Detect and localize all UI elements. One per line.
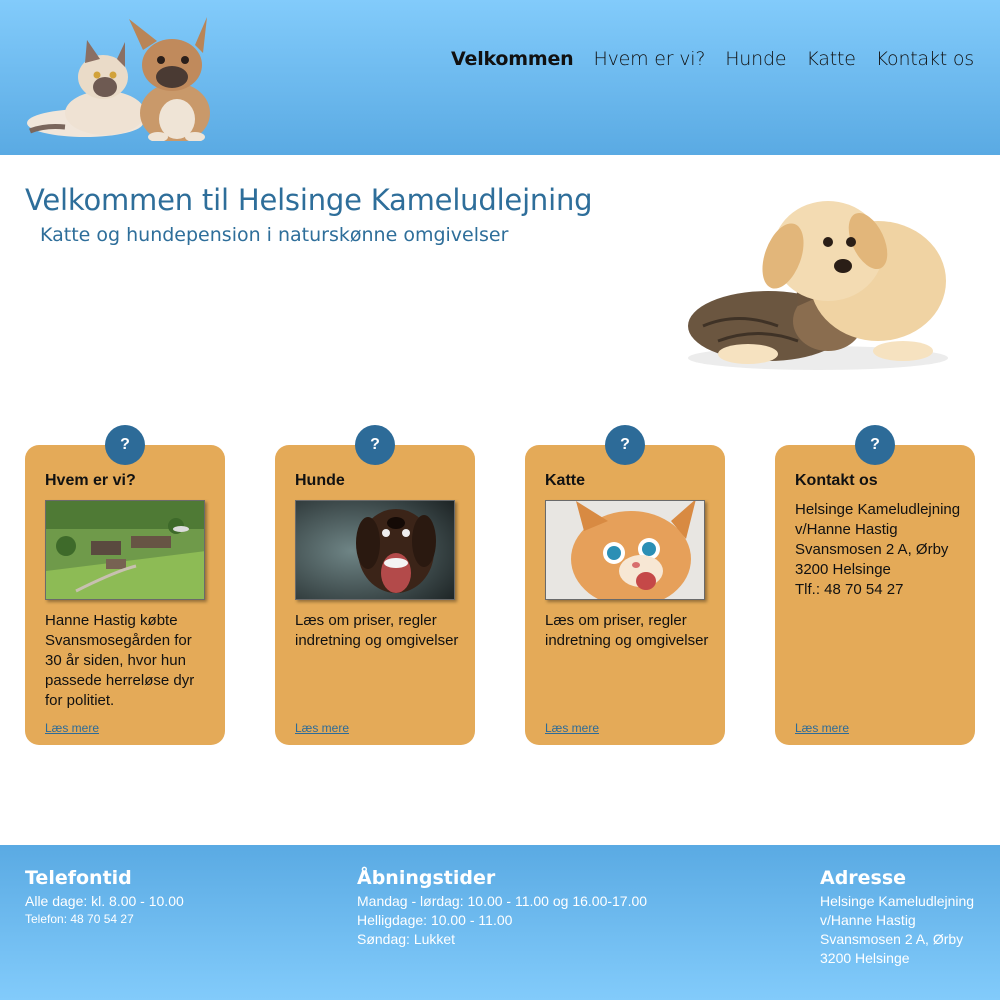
question-icon: ? xyxy=(605,425,645,465)
contact-line: v/Hanne Hastig xyxy=(795,521,898,538)
card-text: Læs om priser, regler indretning og omgi… xyxy=(545,612,709,649)
card-text: Læs om priser, regler indretning og omgi… xyxy=(295,612,459,649)
footer-line: Svansmosen 2 A, Ørby xyxy=(820,931,964,947)
contact-info: Helsinge Kameludlejning v/Hanne Hastig S… xyxy=(795,500,970,600)
card-text: Hanne Hastig købte Svansmosegården for 3… xyxy=(45,612,195,709)
footer-line: 3200 Helsinge xyxy=(820,950,910,966)
footer-line: v/Hanne Hastig xyxy=(820,912,916,928)
question-icon: ? xyxy=(355,425,395,465)
card-title: Kontakt os xyxy=(795,472,878,489)
contact-line: Svansmosen 2 A, Ørby xyxy=(795,541,949,558)
footer-phone: Telefontid Alle dage: kl. 8.00 - 10.00 T… xyxy=(25,867,184,927)
contact-line: Tlf.: 48 70 54 27 xyxy=(795,581,904,598)
card-katte: ? Katte Læs om priser, regler indretning… xyxy=(525,425,725,745)
nav-item-kontakt-os[interactable]: Kontakt os xyxy=(876,48,974,70)
read-more-link[interactable]: Læs mere xyxy=(45,721,99,735)
card-title: Katte xyxy=(545,472,586,489)
read-more-link[interactable]: Læs mere xyxy=(545,721,599,735)
card-title: Hunde xyxy=(295,472,345,489)
main-nav: Velkommen Hvem er vi? Hunde Katte Kontak… xyxy=(451,48,974,70)
card-hunde: ? Hunde Læs om priser, regler indretning… xyxy=(275,425,475,745)
footer-line: Telefon: 48 70 54 27 xyxy=(25,912,134,926)
card-title: Hvem er vi? xyxy=(45,472,136,489)
site-header: Velkommen Hvem er vi? Hunde Katte Kontak… xyxy=(0,0,1000,155)
footer-line: Søndag: Lukket xyxy=(357,931,456,947)
footer-line: Helligdage: 10.00 - 11.00 xyxy=(357,912,513,928)
cat-and-dog-logo[interactable] xyxy=(25,15,225,141)
card-hvem-er-vi: ? Hvem er vi? Hanne Hastig købte Svansmo… xyxy=(25,425,225,745)
page-title: Velkommen til Helsinge Kameludlejning xyxy=(25,183,593,217)
dog-photo xyxy=(295,500,455,600)
footer-line: Alle dage: kl. 8.00 - 10.00 xyxy=(25,893,184,909)
footer-address: Adresse Helsinge Kameludlejning v/Hanne … xyxy=(820,867,974,968)
question-icon: ? xyxy=(105,425,145,465)
kitten-photo xyxy=(545,500,705,600)
footer-line: Helsinge Kameludlejning xyxy=(820,893,975,909)
footer-hours: Åbningstider Mandag - lørdag: 10.00 - 11… xyxy=(357,867,647,949)
card-kontakt-os: ? Kontakt os Helsinge Kameludlejning v/H… xyxy=(775,425,975,745)
nav-item-hunde[interactable]: Hunde xyxy=(725,48,786,70)
farm-aerial-photo xyxy=(45,500,205,600)
footer-heading: Adresse xyxy=(820,867,907,889)
footer-line: Mandag - lørdag: 10.00 - 11.00 og 16.00-… xyxy=(357,893,648,909)
nav-item-katte[interactable]: Katte xyxy=(806,48,856,70)
question-icon: ? xyxy=(855,425,895,465)
page-subtitle: Katte og hundepension i naturskønne omgi… xyxy=(40,224,509,246)
contact-line: 3200 Helsinge xyxy=(795,561,891,578)
site-footer: Telefontid Alle dage: kl. 8.00 - 10.00 T… xyxy=(0,845,1000,1000)
read-more-link[interactable]: Læs mere xyxy=(295,721,349,735)
footer-heading: Åbningstider xyxy=(357,867,496,889)
nav-item-velkommen[interactable]: Velkommen xyxy=(451,48,574,70)
contact-line: Helsinge Kameludlejning xyxy=(795,501,961,518)
footer-heading: Telefontid xyxy=(25,867,132,889)
read-more-link[interactable]: Læs mere xyxy=(795,721,849,735)
nav-item-hvem-er-vi[interactable]: Hvem er vi? xyxy=(594,48,706,70)
puppy-and-kitten-image xyxy=(688,201,948,370)
